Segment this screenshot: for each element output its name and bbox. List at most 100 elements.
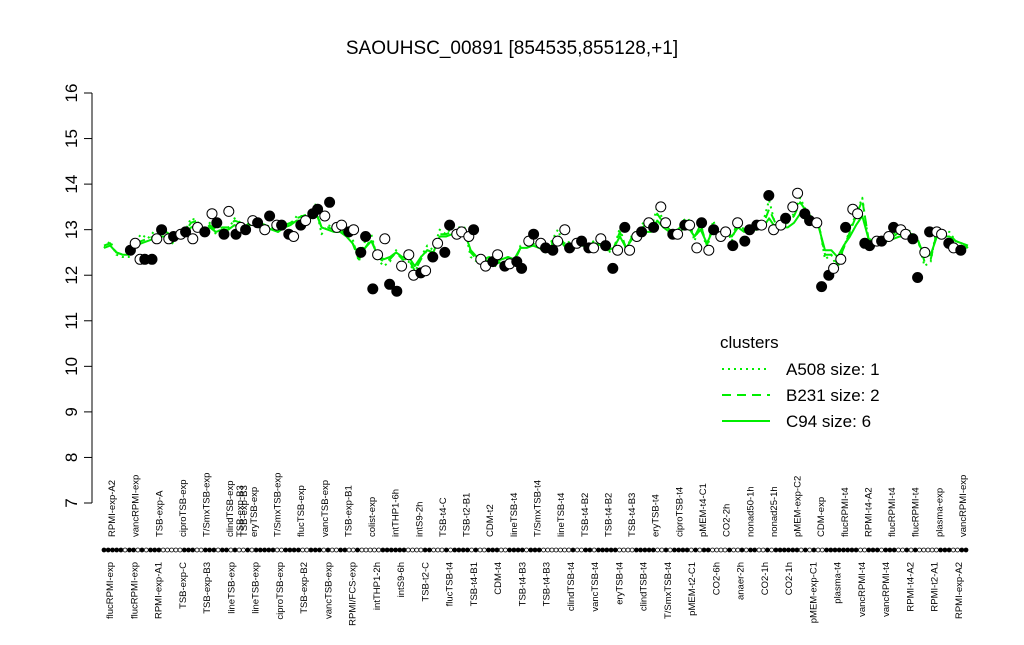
- data-point-open: [129, 237, 141, 249]
- top-sample-label: T/SmxTSB-exp: [202, 473, 213, 537]
- data-point-open: [835, 253, 847, 265]
- bottom-sample-label: clindTSB-t4: [566, 562, 577, 611]
- strip-dot-filled: [291, 547, 297, 553]
- strip-dot-filled: [148, 547, 153, 553]
- bottom-sample-label: TSB-t2-C: [420, 562, 431, 602]
- data-point-filled: [840, 221, 852, 233]
- strip-dot-open: [376, 547, 382, 553]
- strip-dot-open: [743, 547, 749, 553]
- strip-dot-filled: [705, 547, 711, 553]
- strip-dot-filled: [190, 547, 196, 553]
- strip-dot-open: [439, 547, 445, 553]
- strip-dot-open: [333, 547, 339, 553]
- strip-dot-open: [858, 547, 863, 553]
- bottom-sample-label: pMEM-t2-C1: [687, 562, 698, 616]
- top-sample-label: TSB-t4-B2: [603, 493, 614, 537]
- strip-dot-filled: [507, 547, 513, 553]
- strip-dot-open: [710, 547, 715, 553]
- data-point-filled: [763, 190, 775, 201]
- data-point-filled: [439, 246, 451, 258]
- top-sample-label: RPMI-t4-A2: [863, 487, 874, 537]
- strip-dot-filled: [110, 547, 115, 553]
- strip-dot-filled: [397, 547, 403, 553]
- top-sample-label: pMEM-t4-C1: [698, 483, 709, 537]
- bottom-sample-label: flucRPMI-exp: [129, 562, 140, 619]
- data-point-open: [187, 233, 199, 245]
- data-point-filled: [360, 231, 372, 242]
- strip-dot-open: [625, 547, 631, 553]
- data-point-filled: [816, 281, 828, 293]
- strip-dot-open: [718, 547, 724, 553]
- strip-dot-filled: [131, 547, 137, 553]
- data-point-filled: [240, 224, 252, 236]
- top-sample-label: colist-exp: [367, 497, 378, 537]
- bottom-sample-label: vancTSB-t4: [590, 562, 601, 612]
- strip-dot-filled: [460, 547, 466, 553]
- strip-dot-filled: [727, 547, 732, 553]
- strip-dot-filled: [828, 547, 834, 553]
- strip-dot-filled: [464, 547, 470, 553]
- strip-dot-filled: [874, 547, 880, 553]
- strip-dot-filled: [312, 547, 318, 553]
- strip-dot-filled: [355, 547, 360, 553]
- strip-dot-filled: [849, 547, 855, 553]
- strip-dot-filled: [253, 547, 259, 553]
- strip-dot-filled: [836, 547, 842, 553]
- bottom-sample-label: pMEM-exp-C1: [809, 562, 820, 623]
- strip-dot-filled: [473, 547, 479, 553]
- strip-dot-filled: [325, 547, 331, 553]
- strip-dot-filled: [604, 547, 610, 553]
- strip-dot-filled: [946, 547, 952, 553]
- y-tick-label: 7: [62, 498, 81, 507]
- data-point-open: [919, 246, 931, 258]
- strip-dot-filled: [790, 547, 796, 553]
- strip-dot-filled: [587, 547, 593, 553]
- data-point-open: [319, 210, 331, 222]
- strip-dot-filled: [824, 547, 829, 553]
- data-point-filled: [739, 235, 751, 247]
- top-sample-label: TSB-exp-B3: [239, 485, 250, 537]
- y-tick-label: 14: [62, 175, 81, 194]
- data-point-open: [624, 244, 636, 256]
- strip-dot-open: [667, 547, 673, 553]
- data-point-open: [936, 228, 948, 240]
- strip-dot-open: [481, 547, 487, 553]
- strip-dot-filled: [384, 547, 390, 553]
- top-sample-labels: RPMI-exp-A2 vancRPMI-exp TSB-exp-A ciproTSB…: [107, 473, 969, 537]
- data-point-filled: [444, 219, 456, 231]
- strip-dot-open: [591, 547, 597, 553]
- strip-dot-open: [498, 547, 504, 553]
- strip-dot-open: [469, 547, 475, 553]
- strip-dot-open: [236, 547, 242, 553]
- bottom-sample-label: anaer-2h: [736, 562, 747, 600]
- bottom-sample-label: flucRPMI-exp: [105, 562, 116, 619]
- chart: SAOUHSC_00891 [854535,855128,+1] 7 8 9 10 11…: [0, 0, 1024, 640]
- bottom-sample-label: RPMI/FCS-exp: [348, 562, 359, 626]
- legend-title: clusters: [720, 333, 779, 352]
- bottom-sample-label: vancRPMI-t4: [857, 562, 868, 617]
- data-points: [124, 187, 967, 297]
- strip-dot-open: [917, 547, 922, 553]
- strip-dot-open: [346, 547, 352, 553]
- strip-dot-filled: [181, 547, 187, 553]
- top-sample-label: eryTSB-exp: [249, 487, 260, 537]
- strip-dot-open: [143, 547, 149, 553]
- data-point-filled: [648, 221, 660, 233]
- strip-dot-filled: [295, 547, 301, 553]
- strip-dot-filled: [650, 547, 656, 553]
- bottom-sample-label: vancRPMI-t4: [881, 562, 892, 617]
- strip-dot-open: [173, 547, 179, 553]
- strip-dot-filled: [904, 547, 910, 553]
- strip-dot-open: [807, 547, 813, 553]
- y-tick-label: 12: [62, 266, 81, 285]
- bottom-sample-label: CO2-6h: [711, 562, 722, 595]
- strip-dot-open: [164, 547, 170, 553]
- strip-dot-filled: [866, 547, 872, 553]
- top-sample-label: eryTSB-t4: [651, 494, 662, 537]
- y-tick-label: 9: [62, 407, 81, 416]
- bottom-sample-label: ciproTSB-exp: [275, 562, 286, 620]
- strip-dot-filled: [680, 547, 686, 553]
- data-point-filled: [547, 244, 559, 256]
- top-sample-label: pMEM-exp-C2: [793, 476, 804, 537]
- strip-dot-filled: [283, 547, 289, 553]
